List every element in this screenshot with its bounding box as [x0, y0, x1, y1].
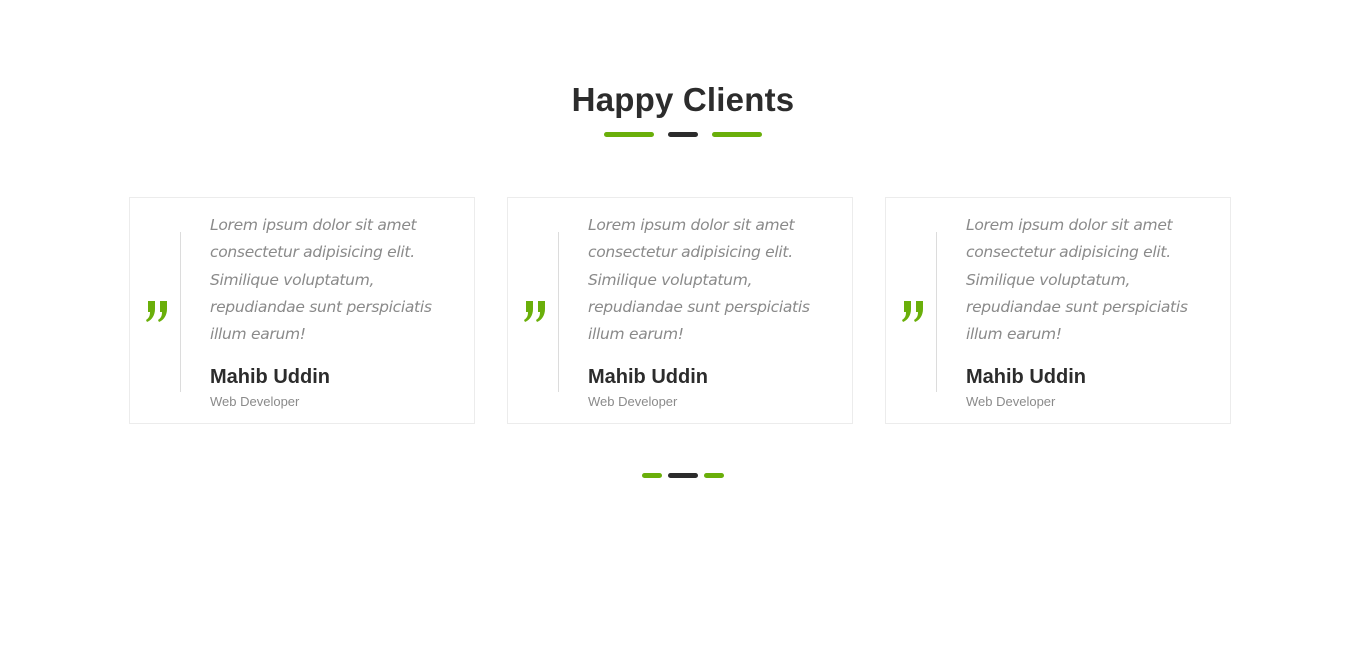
quote-icon [902, 301, 926, 323]
testimonial-text: Lorem ipsum dolor sit amet consectetur a… [210, 216, 432, 344]
testimonial-carousel: Lorem ipsum dolor sit amet consectetur a… [129, 197, 1231, 424]
carousel-dot[interactable] [642, 473, 662, 478]
testimonial-text: Lorem ipsum dolor sit amet consectetur a… [588, 216, 810, 344]
testimonial-card: Lorem ipsum dolor sit amet consectetur a… [885, 197, 1231, 424]
quote-icon [146, 301, 170, 323]
title-decoration-bar [712, 132, 762, 137]
divider [936, 232, 937, 392]
quote-icon [524, 301, 548, 323]
divider [558, 232, 559, 392]
client-role: Web Developer [588, 394, 678, 409]
section-title: Happy Clients [571, 81, 795, 118]
carousel-pagination [0, 473, 1366, 478]
divider [180, 232, 181, 392]
testimonial-card: Lorem ipsum dolor sit amet consectetur a… [129, 197, 475, 424]
title-decoration [0, 132, 1366, 137]
carousel-dot[interactable] [704, 473, 724, 478]
title-decoration-bar [604, 132, 654, 137]
happy-clients-section: Happy Clients Lorem ipsum dolor sit amet… [0, 0, 1366, 654]
testimonial-card: Lorem ipsum dolor sit amet consectetur a… [507, 197, 853, 424]
client-role: Web Developer [966, 394, 1056, 409]
carousel-dot-active[interactable] [668, 473, 698, 478]
client-name: Mahib Uddin [966, 366, 1086, 388]
client-name: Mahib Uddin [588, 366, 708, 388]
client-role: Web Developer [210, 394, 300, 409]
title-decoration-bar [668, 132, 698, 137]
testimonial-text: Lorem ipsum dolor sit amet consectetur a… [966, 216, 1188, 344]
client-name: Mahib Uddin [210, 366, 330, 388]
